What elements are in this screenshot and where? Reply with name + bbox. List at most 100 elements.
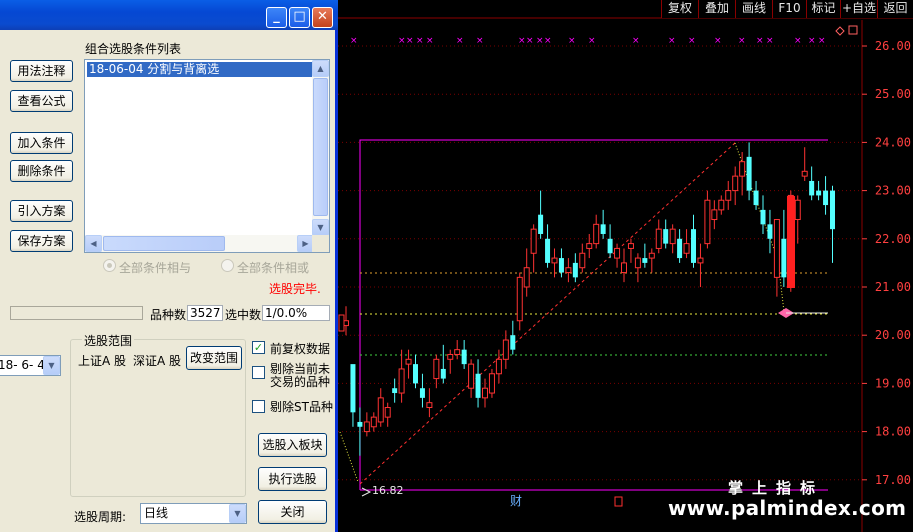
- candle-body: [350, 364, 356, 413]
- scroll-thumb[interactable]: [313, 78, 328, 216]
- candle-body: [753, 190, 759, 206]
- candle-body: [523, 267, 530, 288]
- signal-marker-x: ×: [688, 36, 696, 46]
- low-price-label: 16.82: [372, 484, 404, 497]
- execute-button[interactable]: 执行选股: [258, 467, 327, 491]
- candle-body: [634, 257, 641, 269]
- candle-body: [760, 209, 766, 225]
- candle-body: [773, 219, 780, 278]
- market-sz: 深证A 股: [133, 354, 182, 368]
- change-range-button[interactable]: 改变范围: [186, 346, 242, 370]
- signal-marker-x: ×: [808, 36, 816, 46]
- price-tick-label: 21.00: [875, 280, 911, 294]
- close-window-button[interactable]: ✕: [312, 7, 333, 28]
- date-select[interactable]: 18- 6- 4 ▼: [0, 355, 61, 376]
- signal-marker-x: ×: [406, 36, 414, 46]
- candle-body: [433, 358, 440, 380]
- period-select[interactable]: 日线 ▼: [140, 503, 247, 524]
- candle-body: [363, 421, 370, 433]
- add-condition-button[interactable]: 加入条件: [10, 132, 73, 154]
- price-tick-label: 23.00: [875, 184, 911, 198]
- candle-body: [447, 353, 454, 360]
- candle-body: [725, 190, 732, 201]
- kline-chart-panel[interactable]: 26.00 25.00 24.00 23.00 22.00 21.00 20.00 19.00…: [338, 0, 913, 532]
- save-scheme-button[interactable]: 保存方案: [10, 230, 73, 252]
- chevron-down-icon[interactable]: ▼: [229, 504, 246, 523]
- radio-and-label: 全部条件相与: [119, 261, 192, 275]
- exclude-st-label: 剔除ST品种: [270, 400, 333, 414]
- toolbar-overlay-button[interactable]: 叠加: [698, 0, 735, 18]
- signal-marker-x: ×: [714, 36, 722, 46]
- candle-body: [357, 421, 363, 427]
- condition-list[interactable]: 18-06-04 分割与背离选 ▲ ▼ ◀ ▶: [84, 59, 330, 253]
- horizontal-scrollbar[interactable]: ◀ ▶: [85, 235, 314, 252]
- dialog-titlebar[interactable]: _ □ ✕: [0, 0, 338, 30]
- toolbar-restore-right-button[interactable]: 复权: [661, 0, 698, 18]
- exclude-untraded-checkbox[interactable]: [252, 366, 265, 379]
- date-value: 18- 6- 4: [0, 358, 45, 372]
- dividend-marker-icon: [614, 496, 623, 507]
- candle-body: [830, 190, 835, 230]
- delete-condition-button[interactable]: 删除条件: [10, 160, 73, 182]
- candle-body: [426, 402, 433, 408]
- adjusted-data-checkbox[interactable]: ✓: [252, 341, 265, 354]
- toolbar-add-favorite-button[interactable]: +自选: [840, 0, 877, 18]
- candle-body: [510, 335, 516, 350]
- period-value: 日线: [144, 506, 169, 520]
- signal-marker-x: ×: [426, 36, 434, 46]
- vertical-scrollbar[interactable]: ▲ ▼: [312, 60, 329, 236]
- candle-body: [586, 243, 593, 249]
- toolbar-back-button[interactable]: 返回: [877, 0, 913, 18]
- signal-bar: [787, 196, 795, 288]
- toolbar-draw-line-button[interactable]: 画线: [735, 0, 772, 18]
- view-formula-button[interactable]: 查看公式: [10, 90, 73, 112]
- candle-body: [711, 209, 718, 221]
- price-tick-label: 18.00: [875, 425, 911, 439]
- box-icon: [848, 25, 858, 35]
- maximize-button[interactable]: □: [289, 7, 310, 28]
- kline-chart[interactable]: 26.00 25.00 24.00 23.00 22.00 21.00 20.00 19.00…: [338, 0, 913, 532]
- condition-list-title: 组合选股条件列表: [85, 42, 182, 56]
- candle-body: [732, 175, 739, 192]
- candle-body: [475, 373, 481, 398]
- hscroll-thumb[interactable]: [103, 236, 225, 251]
- price-tick-label: 20.00: [875, 328, 911, 342]
- radio-and[interactable]: [103, 259, 116, 272]
- low-arrow-icon: [361, 487, 372, 497]
- exclude-untraded-label: 剔除当前未 交易的品种: [270, 362, 331, 389]
- toolbar-mark-button[interactable]: 标记: [806, 0, 840, 18]
- candle-body: [405, 358, 412, 365]
- list-item[interactable]: 18-06-04 分割与背离选: [87, 62, 313, 77]
- exclude-st-checkbox[interactable]: [252, 400, 265, 413]
- signal-marker-x: ×: [476, 36, 484, 46]
- watermark-chinese: 掌上指标: [728, 479, 825, 497]
- signal-marker-x: ×: [632, 36, 640, 46]
- candle-body: [454, 349, 461, 355]
- minimize-button[interactable]: _: [266, 7, 287, 28]
- scroll-left-icon[interactable]: ◀: [85, 235, 102, 252]
- candle-body: [627, 243, 634, 249]
- price-tick-label: 25.00: [875, 87, 911, 101]
- import-scheme-button[interactable]: 引入方案: [10, 200, 73, 222]
- scroll-up-icon[interactable]: ▲: [312, 60, 329, 77]
- radio-or[interactable]: [221, 259, 234, 272]
- signal-marker-x: ×: [456, 36, 464, 46]
- candle-body: [565, 267, 572, 274]
- watermark-url: www.palmindex.com: [668, 496, 907, 520]
- status-text: 选股完毕.: [269, 282, 321, 296]
- usage-notes-button[interactable]: 用法注释: [10, 60, 73, 82]
- toolbar-f10-button[interactable]: F10: [772, 0, 806, 18]
- add-to-board-button[interactable]: 选股入板块: [258, 433, 327, 457]
- candle-body: [697, 257, 704, 264]
- signal-marker-x: ×: [350, 36, 358, 46]
- candle-body: [440, 368, 446, 379]
- scroll-down-icon[interactable]: ▼: [312, 219, 329, 236]
- candle-body: [338, 314, 345, 332]
- candle-body: [502, 339, 509, 360]
- candle-body: [781, 238, 787, 278]
- candle-body: [579, 252, 586, 269]
- close-button[interactable]: 关闭: [258, 500, 327, 524]
- chevron-down-icon[interactable]: ▼: [43, 356, 60, 375]
- candle-body: [816, 190, 822, 196]
- candle-body: [642, 258, 648, 263]
